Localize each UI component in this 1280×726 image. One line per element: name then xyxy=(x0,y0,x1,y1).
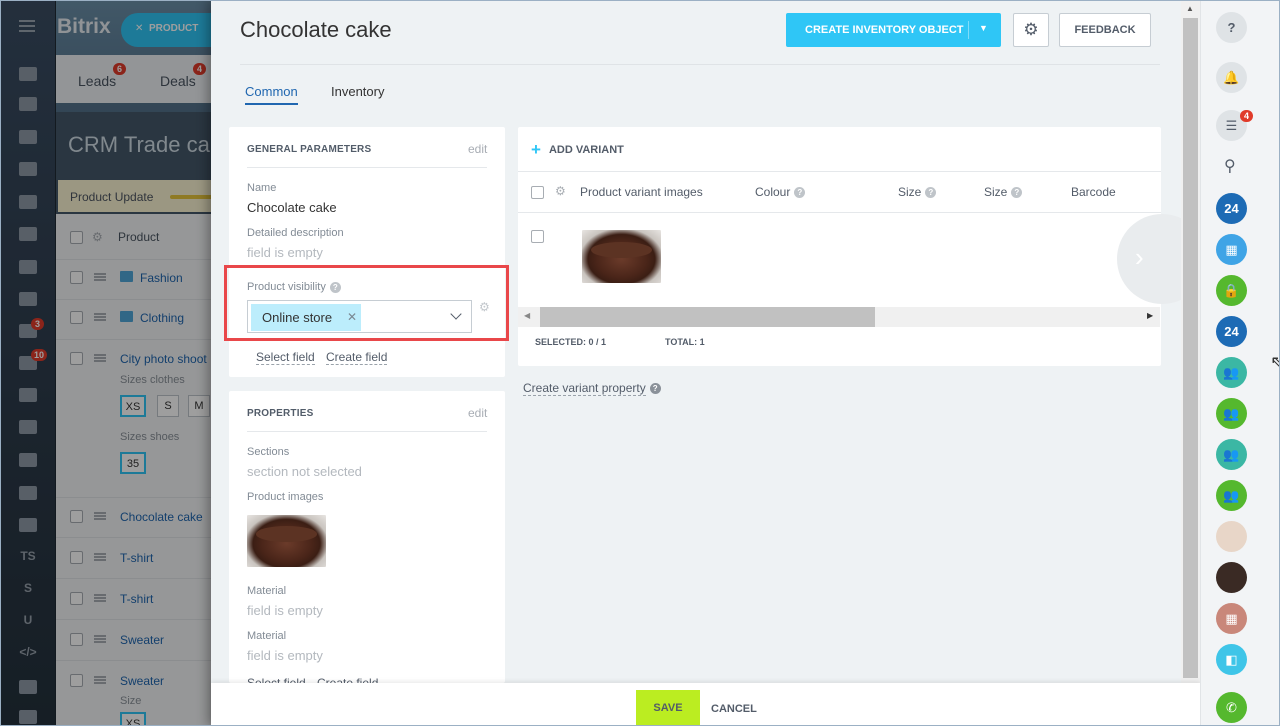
col-size-wrap[interactable]: Size? xyxy=(984,185,1023,199)
general-parameters-header: GENERAL PARAMETERS xyxy=(247,144,372,155)
properties-edit-link[interactable]: edit xyxy=(468,406,487,420)
create-field-link[interactable]: Create field xyxy=(326,350,388,365)
scroll-left-icon[interactable]: ◀ xyxy=(524,311,530,320)
total-count: TOTAL: 1 xyxy=(665,337,705,347)
page-title: Chocolate cake xyxy=(240,17,392,42)
divider xyxy=(247,167,487,168)
col-size: Size xyxy=(984,185,1008,199)
group-icon[interactable]: 👥 xyxy=(1216,398,1247,429)
group-icon[interactable]: 👥 xyxy=(1216,480,1247,511)
product-image[interactable] xyxy=(247,515,326,567)
help-icon[interactable]: ? xyxy=(1011,187,1023,199)
name-label: Name xyxy=(247,182,277,194)
material-value[interactable]: field is empty xyxy=(247,648,323,663)
help-icon[interactable]: ? xyxy=(649,383,661,395)
select-field-link[interactable]: Select field xyxy=(256,350,315,365)
bell-icon[interactable]: 🔔 xyxy=(1216,62,1247,93)
chevron-right-icon: › xyxy=(1135,242,1144,272)
gear-icon[interactable]: ⚙ xyxy=(1013,13,1049,47)
bitrix24-icon[interactable]: 24 xyxy=(1216,316,1247,347)
material-label: Material xyxy=(247,630,287,642)
selected-count: SELECTED: 0 / 1 xyxy=(535,337,607,347)
properties-header: PROPERTIES xyxy=(247,408,314,419)
search-icon[interactable]: ⚲ xyxy=(1224,156,1236,176)
col-size: Size xyxy=(898,185,922,199)
header-divider xyxy=(240,64,1160,65)
save-button[interactable]: SAVE xyxy=(636,690,700,726)
group-icon[interactable]: 👥 xyxy=(1216,357,1247,388)
cancel-button[interactable]: CANCEL xyxy=(711,703,757,715)
contact-center-icon[interactable]: ◧ xyxy=(1216,644,1247,675)
description-value[interactable]: field is empty xyxy=(247,245,323,260)
calendar-icon[interactable]: ▦ xyxy=(1216,603,1247,634)
name-value[interactable]: Chocolate cake xyxy=(247,200,337,215)
grid-settings-icon[interactable]: ⚙ xyxy=(555,184,566,198)
button-divider xyxy=(968,21,969,39)
col-variant-images[interactable]: Product variant images xyxy=(580,185,703,199)
group-icon[interactable]: 👥 xyxy=(1216,439,1247,470)
slider-footer xyxy=(211,683,1200,726)
user-avatar[interactable] xyxy=(1216,562,1247,593)
col-size-wrap[interactable]: Size? xyxy=(898,185,937,199)
material-label: Material xyxy=(247,585,287,597)
overlay[interactable] xyxy=(0,0,216,726)
divider xyxy=(247,431,487,432)
lock-icon[interactable]: 🔒 xyxy=(1216,275,1247,306)
row-checkbox[interactable] xyxy=(531,230,544,243)
feedback-button[interactable]: FEEDBACK xyxy=(1059,13,1151,47)
col-colour-wrap[interactable]: Colour? xyxy=(755,185,806,199)
tab-inventory[interactable]: Inventory xyxy=(331,84,384,99)
col-barcode[interactable]: Barcode xyxy=(1071,185,1116,199)
tab-common[interactable]: Common xyxy=(245,84,298,105)
divider xyxy=(518,212,1161,213)
select-all-checkbox[interactable] xyxy=(531,186,544,199)
user-avatar[interactable] xyxy=(1216,521,1247,552)
highlight-box xyxy=(224,265,509,341)
product-images-label: Product images xyxy=(247,491,324,503)
scroll-up-icon[interactable]: ▲ xyxy=(1186,4,1194,13)
create-inventory-button[interactable]: CREATE INVENTORY OBJECT ▼ xyxy=(786,13,1001,47)
chevron-down-icon[interactable]: ▼ xyxy=(979,23,988,33)
create-variant-property-wrap[interactable]: Create variant property? xyxy=(523,381,661,396)
material-value[interactable]: field is empty xyxy=(247,603,323,618)
sections-label: Sections xyxy=(247,446,290,458)
phone-icon[interactable]: ✆ xyxy=(1216,692,1247,723)
create-inventory-label: CREATE INVENTORY OBJECT xyxy=(805,24,964,36)
calendar-icon[interactable]: ▦ xyxy=(1216,234,1247,265)
plus-icon: + xyxy=(531,140,541,159)
general-edit-link[interactable]: edit xyxy=(468,142,487,156)
create-variant-property-link: Create variant property xyxy=(523,381,646,396)
scrollbar-thumb[interactable] xyxy=(1183,18,1198,678)
help-icon[interactable]: ? xyxy=(925,187,937,199)
scroll-right-icon[interactable]: ▶ xyxy=(1147,311,1153,320)
description-label: Detailed description xyxy=(247,227,344,239)
bitrix24-icon[interactable]: 24 xyxy=(1216,193,1247,224)
help-icon[interactable]: ? xyxy=(1216,12,1247,43)
sections-value[interactable]: section not selected xyxy=(247,464,362,479)
help-icon[interactable]: ? xyxy=(794,187,806,199)
scrollbar-thumb[interactable] xyxy=(540,307,875,327)
col-colour: Colour xyxy=(755,185,791,199)
variant-image[interactable] xyxy=(582,230,661,283)
divider xyxy=(518,171,1161,172)
mouse-cursor: ⇖ xyxy=(1270,352,1280,372)
add-variant-label: ADD VARIANT xyxy=(548,143,624,156)
chat-badge: 4 xyxy=(1240,110,1253,122)
add-variant-button[interactable]: + ADD VARIANT xyxy=(531,140,624,160)
